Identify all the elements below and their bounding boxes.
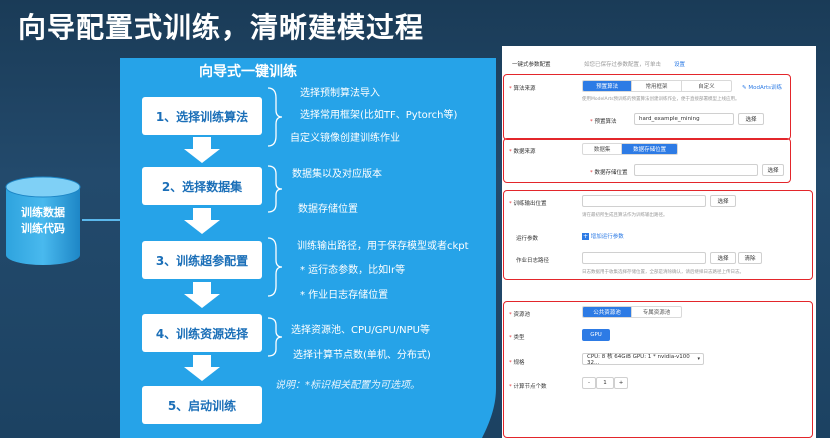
algo-source-tabs: 预置算法 常用框架 自定义 [582,80,732,92]
nodes-label-row: * 计算节点个数 [509,384,547,390]
tab-common-framework[interactable]: 常用框架 [632,81,682,91]
spec-label-row: * 规格 [509,360,525,366]
nodes-increment-button[interactable]: + [614,377,628,389]
brace-icon [267,237,283,297]
data-field-row: * 数据存储位置 [590,170,628,176]
step1-desc-2: 选择常用框架(比如TF、Pytorch等) [300,110,458,121]
tab-custom[interactable]: 自定义 [682,81,731,91]
down-arrow-icon [184,282,220,308]
output-label-row: * 训练输出位置 [509,201,547,207]
data-source-tabs: 数据集 数据存储位置 [582,143,678,155]
spec-select[interactable]: CPU: 8 核 64GiB GPU: 1 * nvidia-v100 32..… [582,353,704,366]
step-select-dataset: 2、选择数据集 [142,167,262,205]
nodes-count-input[interactable]: 1 [596,377,614,389]
tab-dataset[interactable]: 数据集 [583,144,623,154]
nodes-decrement-button[interactable]: - [582,377,596,389]
add-run-param-button[interactable]: + 增加运行参数 [582,232,624,240]
algo-field-row: * 预置算法 [590,119,617,125]
step-label: 1、选择训练算法 [155,109,249,124]
output-hint: 请在最初所生成且算法作为训练输出路径。 [582,213,668,218]
data-storage-input[interactable] [634,164,758,176]
output-path-input[interactable] [582,195,706,207]
down-arrow-icon [184,355,220,381]
form-top-label: 一键式参数配置 [512,62,551,68]
chevron-down-icon: ▾ [697,356,700,362]
brace-icon [267,87,283,147]
tab-data-storage[interactable]: 数据存储位置 [622,144,677,154]
tab-public-pool[interactable]: 公共资源池 [583,307,633,317]
pool-tabs: 公共资源池 专属资源池 [582,306,682,318]
step-hyperparameters: 3、训练超参配置 [142,241,262,279]
type-gpu-button[interactable]: GPU [582,329,610,341]
form-top-hint: 如您已保存过参数配置，可单击 [584,62,662,68]
tab-dedicated-pool[interactable]: 专属资源池 [632,307,681,317]
step-label: 5、启动训练 [167,398,237,413]
step3-desc-2: * 运行态参数，比如lr等 [300,265,406,276]
connector-line [82,219,122,221]
data-select-button[interactable]: 选择 [762,164,784,176]
algo-label-row: * 算法来源 [509,86,536,92]
step-label: 3、训练超参配置 [155,253,249,268]
step-resources: 4、训练资源选择 [142,314,262,352]
step3-desc-3: * 作业日志存储位置 [300,290,389,301]
resource-section-box [503,301,813,438]
tab-preset-algorithm[interactable]: 预置算法 [583,81,633,91]
brace-icon [267,165,283,213]
optional-note: 说明：*标识相关配置为可选项。 [275,380,420,391]
output-select-button[interactable]: 选择 [710,195,736,207]
log-hint: 日志数据用于收集选择存储位置，全部是清除确认，请后继择日志路径上传日志。 [582,270,744,275]
data-label-row: * 数据来源 [509,149,536,155]
step3-desc-1: 训练输出路径，用于保存模型或者ckpt [297,241,469,252]
console-screenshot: 一键式参数配置 如您已保存过参数配置，可单击 设置 * 算法来源 预置算法 常用… [502,46,816,438]
plus-icon: + [582,233,589,240]
step-start-training: 5、启动训练 [142,386,262,424]
slide-title: 向导配置式训练，清晰建模过程 [18,11,425,44]
step-label: 4、训练资源选择 [155,326,249,341]
step2-desc-2: 数据存储位置 [298,204,358,215]
step1-desc-3: 自定义镜像创建训练作业 [290,133,400,144]
run-params-label: 运行参数 [516,236,539,242]
form-top-link[interactable]: 设置 [674,60,685,68]
flow-title: 向导式一键训练 [199,64,297,80]
log-clear-button[interactable]: 清除 [738,252,762,264]
storage-label-code: 训练代码 [21,222,65,235]
log-path-input[interactable] [582,252,706,264]
down-arrow-icon [184,208,220,234]
storage-label-data: 训练数据 [21,206,65,219]
storage-cylinder: 训练数据 训练代码 [4,175,82,267]
step2-desc-1: 数据集以及对应版本 [292,169,382,180]
log-select-button[interactable]: 选择 [710,252,736,264]
algo-desc: 使用ModelArts预训练的预置算法创建训练作业，便于直接部署模型上线应用。 [582,97,740,102]
step4-desc-1: 选择资源池、CPU/GPU/NPU等 [291,325,430,336]
step1-desc-1: 选择预制算法导入 [300,88,380,99]
pool-label-row: * 资源池 [509,312,531,318]
type-label-row: * 类型 [509,335,525,341]
step-label: 2、选择数据集 [161,179,243,194]
algo-hint-link[interactable]: ✎ ModArts训练 [742,83,782,91]
preset-algorithm-input[interactable]: hard_example_mining [634,113,734,125]
brace-icon [267,317,283,357]
algo-select-button[interactable]: 选择 [738,113,764,125]
log-path-label: 作业日志路径 [516,258,550,264]
step-select-algorithm: 1、选择训练算法 [142,97,262,135]
step4-desc-2: 选择计算节点数(单机、分布式) [293,350,431,361]
down-arrow-icon [184,137,220,163]
